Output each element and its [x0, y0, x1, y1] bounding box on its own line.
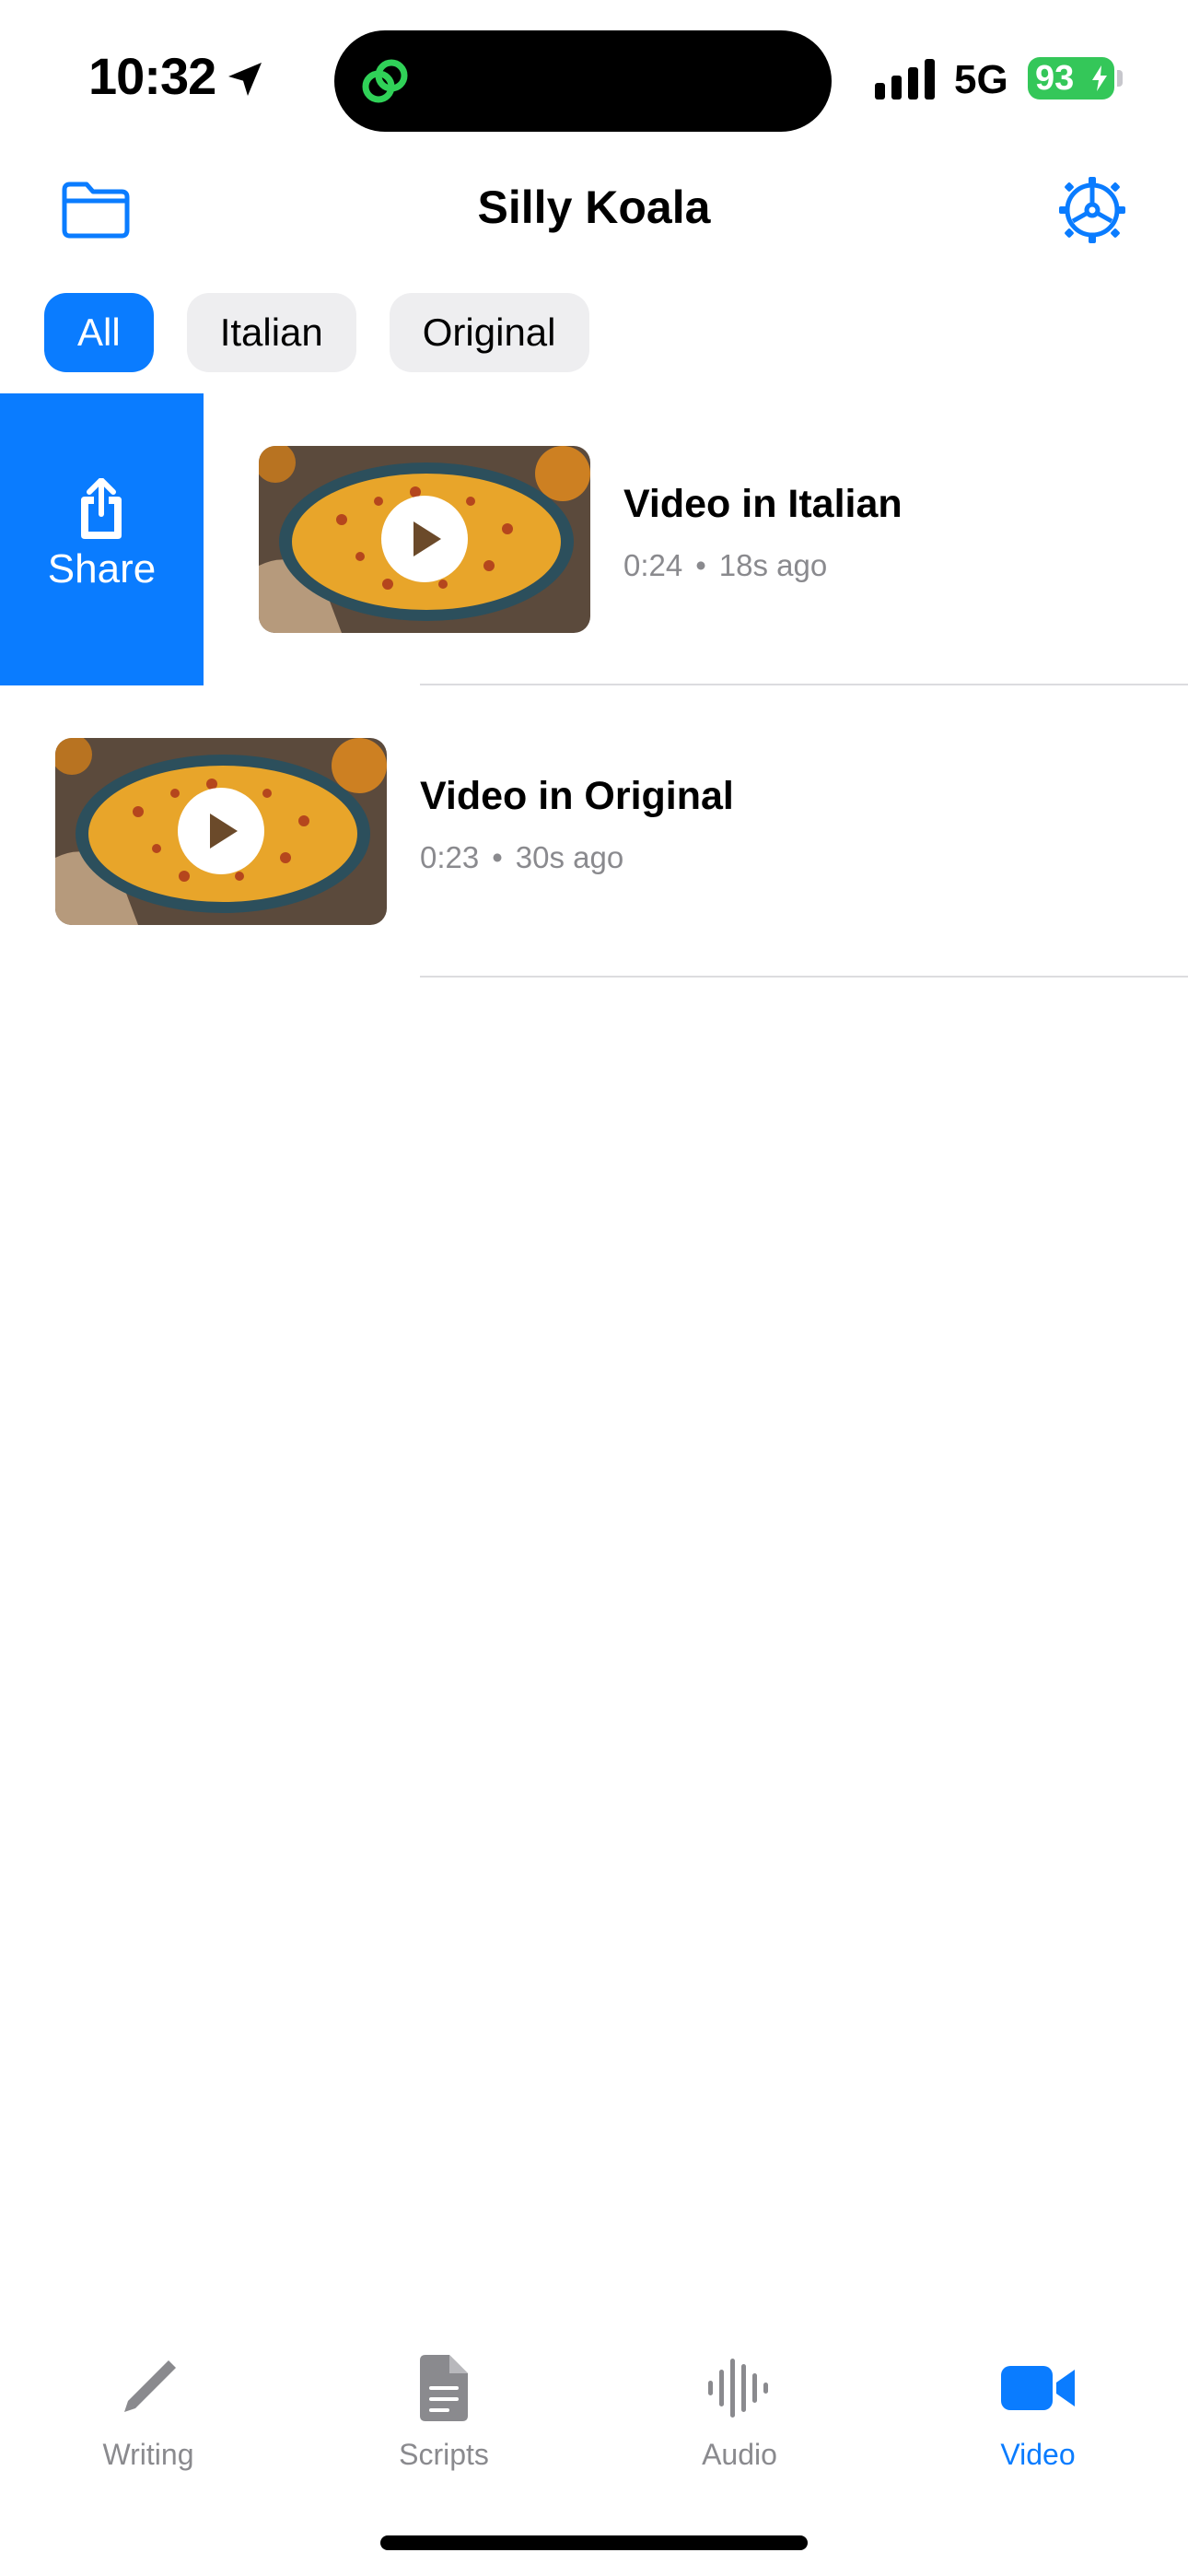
tab-video[interactable]: Video [927, 2331, 1148, 2478]
tab-writing[interactable]: Writing [38, 2331, 259, 2478]
video-duration: 0:23 [420, 840, 480, 874]
video-title: Video in Italian [623, 482, 903, 526]
video-age: 18s ago [718, 548, 828, 582]
battery-level: 93 [1035, 59, 1075, 98]
share-swipe-button[interactable]: Share [0, 393, 204, 685]
video-age: 30s ago [515, 840, 624, 874]
row-divider [420, 976, 1188, 978]
meta-separator: • [695, 548, 706, 582]
waveform-icon [708, 2359, 768, 2418]
battery-cap [1117, 70, 1123, 87]
charging-bolt-icon [1092, 65, 1107, 91]
video-meta: 0:23 • 30s ago [420, 840, 623, 875]
dynamic-island [334, 30, 832, 132]
status-time: 10:32 [88, 47, 216, 105]
tab-label: Writing [102, 2438, 194, 2471]
tab-label: Video [1000, 2438, 1076, 2471]
battery-indicator: 93 [1028, 57, 1114, 100]
filter-chip-original[interactable]: Original [389, 293, 589, 372]
meta-separator: • [492, 840, 503, 874]
video-list-item[interactable]: Video in Original 0:23 • 30s ago [0, 685, 1188, 978]
tab-label: Audio [702, 2438, 777, 2471]
video-thumbnail[interactable] [259, 446, 590, 633]
video-title: Video in Original [420, 774, 734, 818]
filter-chip-italian[interactable]: Italian [186, 293, 356, 372]
video-list-item[interactable]: Video in Italian 0:24 • 18s ago [204, 393, 1188, 685]
tab-label: Scripts [399, 2438, 489, 2471]
document-icon [420, 2355, 468, 2421]
pencil-icon [124, 2360, 176, 2412]
network-type: 5G [954, 57, 1008, 102]
video-thumbnail[interactable] [55, 738, 387, 925]
share-icon [81, 478, 122, 539]
tab-scripts[interactable]: Scripts [333, 2331, 554, 2478]
home-indicator [380, 2535, 808, 2550]
video-duration: 0:24 [623, 548, 683, 582]
filter-chip-all[interactable]: All [44, 293, 154, 372]
tab-bar: Writing Scripts Audio Video [0, 2331, 1188, 2497]
filter-chips: All Italian Original [44, 293, 589, 372]
link-rings-icon [362, 59, 408, 103]
tab-audio[interactable]: Audio [629, 2331, 850, 2478]
cellular-signal-icon [875, 59, 935, 100]
gear-icon[interactable] [1057, 175, 1127, 245]
video-meta: 0:24 • 18s ago [623, 548, 827, 583]
status-bar: 10:32 5G 93 [0, 0, 1188, 157]
page-title: Silly Koala [477, 181, 711, 233]
location-arrow-icon [228, 63, 262, 96]
share-label: Share [47, 546, 157, 591]
video-camera-icon [1001, 2366, 1075, 2410]
